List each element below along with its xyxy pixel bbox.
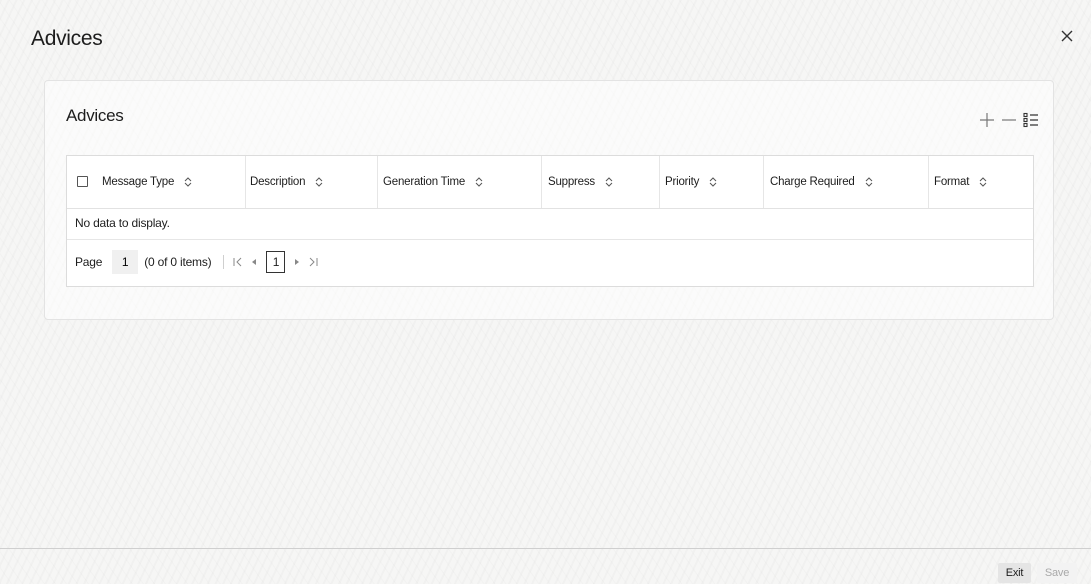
sort-icon[interactable]: [978, 176, 988, 188]
sort-icon[interactable]: [604, 176, 614, 188]
column-header-priority[interactable]: Priority: [665, 156, 718, 208]
first-page-icon[interactable]: [232, 256, 244, 268]
plus-icon[interactable]: [979, 112, 995, 128]
advices-table: Message Type Description Generation Time…: [66, 155, 1034, 287]
column-label[interactable]: Format: [934, 176, 969, 188]
column-header-description[interactable]: Description: [250, 156, 324, 208]
column-header-message-type[interactable]: Message Type: [102, 156, 193, 208]
column-label[interactable]: Charge Required: [770, 176, 855, 188]
close-icon[interactable]: [1059, 28, 1075, 44]
sort-icon[interactable]: [183, 176, 193, 188]
item-count: (0 of 0 items): [144, 255, 212, 269]
minus-icon[interactable]: [1001, 112, 1017, 128]
column-label[interactable]: Suppress: [548, 176, 595, 188]
column-label[interactable]: Description: [250, 176, 306, 188]
current-page-button[interactable]: 1: [266, 251, 286, 273]
select-all-checkbox[interactable]: [77, 176, 88, 187]
column-header-format[interactable]: Format: [934, 156, 988, 208]
column-label[interactable]: Message Type: [102, 176, 174, 188]
list-view-icon[interactable]: [1023, 112, 1039, 128]
exit-button[interactable]: Exit: [998, 563, 1031, 583]
prev-page-icon[interactable]: [248, 256, 260, 268]
sort-icon[interactable]: [314, 176, 324, 188]
column-header-suppress[interactable]: Suppress: [548, 156, 614, 208]
column-header-charge-required[interactable]: Charge Required: [770, 156, 874, 208]
column-label[interactable]: Generation Time: [383, 176, 465, 188]
save-button[interactable]: Save: [1037, 563, 1077, 583]
next-page-icon[interactable]: [291, 256, 303, 268]
window-title: Advices: [31, 27, 103, 50]
last-page-icon[interactable]: [307, 256, 319, 268]
sort-icon[interactable]: [708, 176, 718, 188]
table-header: Message Type Description Generation Time…: [67, 156, 1033, 209]
sort-icon[interactable]: [474, 176, 484, 188]
grid-toolbar: [979, 109, 1039, 131]
column-label[interactable]: Priority: [665, 176, 699, 188]
empty-message: No data to display.: [75, 216, 170, 230]
panel-title: Advices: [66, 106, 124, 125]
footer-divider: [0, 548, 1091, 549]
pagination: Page (0 of 0 items) 1: [75, 249, 323, 275]
column-header-generation-time[interactable]: Generation Time: [383, 156, 484, 208]
page-number-input[interactable]: [112, 250, 139, 274]
page-label: Page: [75, 255, 103, 269]
advices-panel: Advices Message Type Description Generat…: [44, 80, 1054, 320]
sort-icon[interactable]: [864, 176, 874, 188]
